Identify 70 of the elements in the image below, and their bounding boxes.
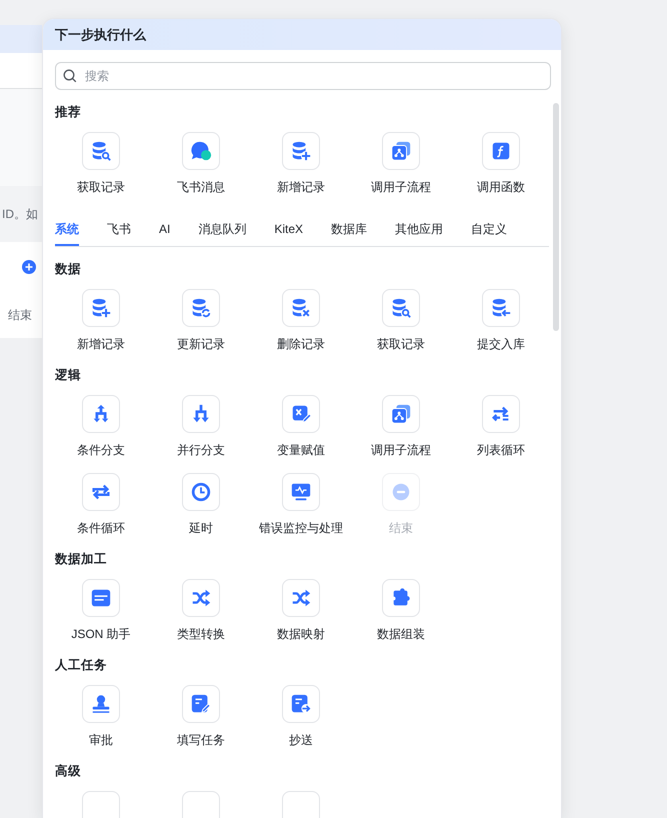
tile-label[interactable]: 延时 — [189, 520, 213, 537]
tile-label[interactable]: 数据组装 — [377, 626, 425, 643]
node-header — [0, 25, 42, 53]
shuffle-arrows-icon — [190, 587, 212, 609]
tile-label[interactable]: 新增记录 — [277, 179, 325, 196]
stamp-icon — [90, 693, 112, 715]
tile-label[interactable]: 并行分支 — [177, 442, 225, 459]
tile-label[interactable]: 调用子流程 — [371, 179, 431, 196]
tile-frame[interactable] — [82, 791, 120, 818]
clock-icon — [190, 481, 212, 503]
tile-frame[interactable] — [182, 791, 220, 818]
section-title: 人工任务 — [55, 657, 108, 674]
section-title: 数据加工 — [55, 551, 108, 568]
popover-title: 下一步执行什么 — [43, 19, 561, 50]
hint-text: ID。如 — [1, 206, 38, 222]
tile-label[interactable]: 获取记录 — [77, 179, 125, 196]
category-tab[interactable]: 自定义 — [471, 220, 508, 246]
search-icon — [63, 69, 77, 83]
database-delete-icon — [290, 297, 312, 319]
chat-bubble-icon — [190, 140, 212, 162]
json-file-icon — [90, 587, 112, 609]
tile-label[interactable]: 获取记录 — [377, 336, 425, 353]
tile-label[interactable]: 条件循环 — [77, 520, 125, 537]
tile-label[interactable]: 新增记录 — [77, 336, 125, 353]
section-title: 推荐 — [55, 104, 82, 121]
database-add-icon — [290, 140, 312, 162]
form-edit-icon — [190, 693, 212, 715]
tile-label[interactable]: 变量赋值 — [277, 442, 325, 459]
minus-circle-icon — [390, 481, 412, 503]
tile-label[interactable]: 数据映射 — [277, 626, 325, 643]
database-search-icon — [390, 297, 412, 319]
subflow-icon — [390, 140, 412, 162]
search-field[interactable]: 搜索 — [55, 62, 551, 90]
monitor-pulse-icon — [290, 481, 312, 503]
tile-label[interactable]: 飞书消息 — [177, 179, 225, 196]
tile-label[interactable]: 删除记录 — [277, 336, 325, 353]
tile-label[interactable]: JSON 助手 — [71, 626, 131, 643]
tile-label[interactable]: 抄送 — [289, 732, 313, 749]
subflow-icon — [390, 403, 412, 425]
category-tab[interactable]: 消息队列 — [198, 220, 246, 246]
tile-frame[interactable] — [282, 791, 320, 818]
tile-label[interactable]: 更新记录 — [177, 336, 225, 353]
category-tab[interactable]: 其他应用 — [395, 220, 444, 246]
tile-label[interactable]: 调用子流程 — [371, 442, 431, 459]
tile-label[interactable]: 调用函数 — [477, 179, 525, 196]
shuffle-arrows-icon — [290, 587, 312, 609]
tile-label[interactable]: 审批 — [89, 732, 113, 749]
form-forward-icon — [290, 693, 312, 715]
database-import-icon — [490, 297, 512, 319]
database-add-icon — [90, 297, 112, 319]
tile-label[interactable]: 列表循环 — [477, 442, 525, 459]
category-tab[interactable]: KiteX — [274, 220, 304, 246]
tile-label[interactable]: 提交入库 — [477, 336, 525, 353]
scrollbar-thumb[interactable] — [553, 103, 559, 331]
section-title: 数据 — [55, 261, 82, 278]
tile-label[interactable]: 条件分支 — [77, 442, 125, 459]
section-title: 高级 — [55, 763, 82, 780]
section-title: 逻辑 — [55, 367, 82, 384]
tile-label[interactable]: 类型转换 — [177, 626, 225, 643]
database-refresh-icon — [190, 297, 212, 319]
category-tab[interactable]: 飞书 — [107, 220, 131, 246]
tile-label[interactable]: 错误监控与处理 — [259, 520, 343, 537]
database-search-icon — [90, 140, 112, 162]
tile-label[interactable]: 填写任务 — [177, 732, 225, 749]
add-node-icon[interactable] — [22, 260, 36, 274]
category-tab[interactable]: 系统 — [55, 220, 79, 246]
function-icon — [490, 140, 512, 162]
end-node-label[interactable]: 结束 — [0, 306, 32, 324]
category-tab[interactable]: 数据库 — [331, 220, 368, 246]
category-tab[interactable]: AI — [159, 220, 170, 246]
